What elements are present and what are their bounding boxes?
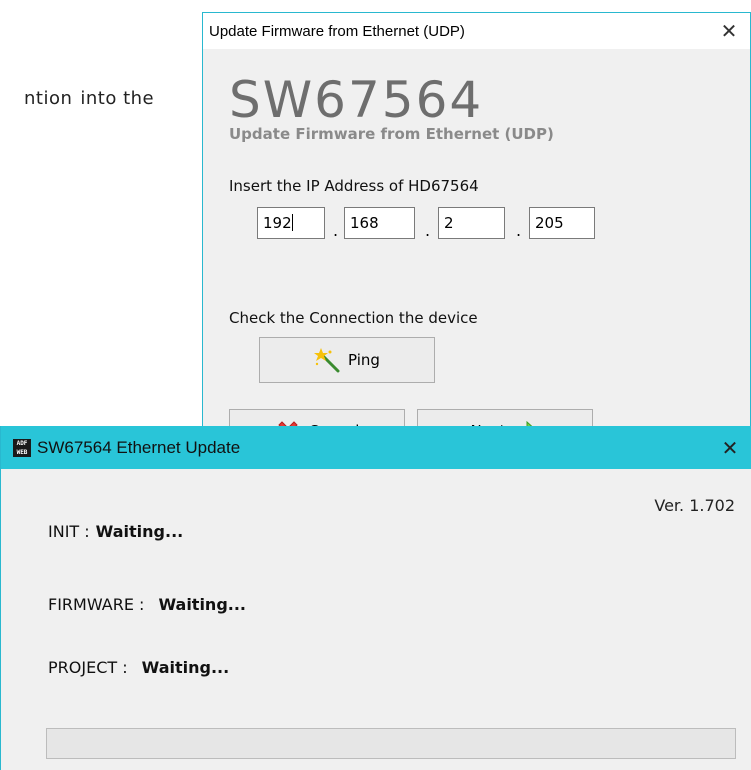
ip-separator: .	[333, 221, 339, 240]
doc-fragment-right: into the	[80, 88, 155, 109]
dialog-subtitle: Update Firmware from Ethernet (UDP)	[229, 125, 554, 143]
app-icon-text-bottom: WEB	[16, 448, 28, 456]
udp-dialog-close-icon[interactable]: ✕	[712, 13, 746, 49]
ping-button-label: Ping	[348, 351, 380, 369]
firmware-status-row: FIRMWARE : Waiting...	[48, 595, 246, 614]
ip-octet-1-input[interactable]: 192	[257, 207, 325, 239]
background-document-text: ntion into the	[16, 88, 154, 109]
update-progress-bar	[46, 728, 736, 759]
check-connection-label: Check the Connection the device	[229, 309, 478, 327]
udp-update-dialog: Update Firmware from Ethernet (UDP) ✕ SW…	[202, 12, 751, 453]
text-caret	[291, 214, 293, 231]
ip-separator: .	[425, 221, 431, 240]
ip-address-label: Insert the IP Address of HD67564	[229, 177, 479, 195]
app-icon-text-top: ADF	[16, 439, 28, 447]
ethernet-update-window: ADF WEB SW67564 Ethernet Update ✕ Ver. 1…	[0, 426, 751, 770]
magic-wand-icon	[314, 348, 340, 373]
ethernet-update-titlebar[interactable]: ADF WEB SW67564 Ethernet Update ✕	[1, 426, 751, 469]
ip-octet-4-value: 205	[535, 214, 564, 232]
udp-dialog-titlebar[interactable]: Update Firmware from Ethernet (UDP) ✕	[203, 13, 750, 49]
version-label: Ver. 1.702	[654, 496, 735, 515]
doc-fragment-left: ntion	[24, 88, 73, 109]
ip-octet-2-input[interactable]: 168	[344, 207, 415, 239]
firmware-status-label: FIRMWARE :	[48, 595, 145, 614]
ping-button[interactable]: Ping	[259, 337, 435, 383]
project-status-value: Waiting...	[141, 658, 230, 677]
ip-octet-1-value: 192	[263, 214, 292, 232]
ethernet-update-title: SW67564 Ethernet Update	[37, 437, 241, 457]
init-status-value: Waiting...	[95, 522, 184, 541]
app-code-heading: SW67564	[229, 71, 484, 129]
ip-octet-4-input[interactable]: 205	[529, 207, 595, 239]
project-status-label: PROJECT :	[48, 658, 128, 677]
init-status-label: INIT :	[48, 522, 90, 541]
udp-dialog-title: Update Firmware from Ethernet (UDP)	[209, 22, 465, 40]
firmware-status-value: Waiting...	[158, 595, 247, 614]
ip-octet-3-input[interactable]: 2	[438, 207, 505, 239]
init-status-row: INIT : Waiting...	[48, 522, 183, 541]
ip-separator: .	[516, 221, 522, 240]
ip-octet-3-value: 2	[444, 214, 454, 232]
ip-octet-2-value: 168	[350, 214, 379, 232]
project-status-row: PROJECT : Waiting...	[48, 658, 229, 677]
ethernet-update-close-icon[interactable]: ✕	[713, 426, 747, 469]
adfweb-app-icon: ADF WEB	[13, 438, 31, 457]
